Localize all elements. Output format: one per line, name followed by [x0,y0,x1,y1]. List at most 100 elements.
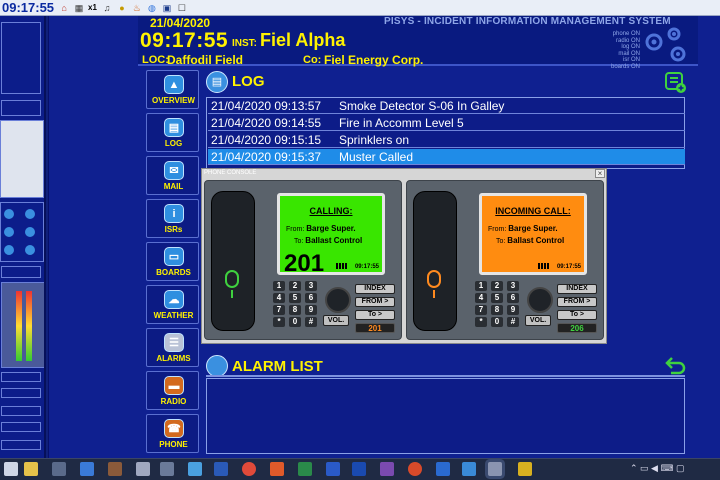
info-icon: i [164,204,184,223]
key-0[interactable]: 0 [491,317,503,327]
nav-phone[interactable]: ☎ PHONE [146,414,199,453]
index-button[interactable]: INDEX [355,284,395,294]
key-7[interactable]: 7 [475,305,487,315]
speed-multiplier[interactable]: x1 [88,3,97,12]
phone-2-screen: INCOMING CALL: From: Barge Super. To: Ba… [479,193,587,275]
mini-panel-block [1,100,41,116]
taskbar-app-icon[interactable] [518,462,532,476]
to-button[interactable]: To > [557,310,597,320]
key-7[interactable]: 7 [273,305,285,315]
key-1[interactable]: 1 [475,281,487,291]
from-button[interactable]: FROM > [355,297,395,307]
layout-icon[interactable]: ▦ [74,3,84,13]
key-3[interactable]: 3 [507,281,519,291]
taskbar-app-icon[interactable] [436,462,450,476]
mini-panel-block [1,266,41,278]
nav-log[interactable]: ▤ LOG [146,113,199,152]
save-icon[interactable]: ▣ [162,3,172,13]
volume-button[interactable]: VOL. [323,315,349,326]
close-icon[interactable]: × [595,169,605,178]
top-status-bar: 09:17:55 ⌂ ▦ x1 ♫ ● ♨ ◍ ▣ ☐ [0,0,720,16]
nav-alarms[interactable]: ☰ ALARMS [146,328,199,367]
to-button[interactable]: To > [355,310,395,320]
coin-icon[interactable]: ● [117,3,127,13]
mini-table[interactable] [0,120,44,198]
globe-icon[interactable]: ◍ [147,3,157,13]
key-6[interactable]: 6 [507,293,519,303]
key-2[interactable]: 2 [491,281,503,291]
taskbar-app-active-icon[interactable] [488,462,502,476]
key-1[interactable]: 1 [273,281,285,291]
nav-label: MAIL [163,182,184,191]
taskbar-app-icon[interactable] [160,462,174,476]
alarm-list[interactable] [206,378,685,454]
key-8[interactable]: 8 [491,305,503,315]
presentation-icon[interactable] [408,462,422,476]
nav-weather[interactable]: ☁ WEATHER [146,285,199,324]
home-icon[interactable]: ⌂ [59,3,69,13]
nav-mail[interactable]: ✉ MAIL [146,156,199,195]
taskbar-app-icon[interactable] [352,462,366,476]
dial-knob[interactable] [527,287,553,313]
call-to: To: Ballast Control [294,236,363,245]
start-icon[interactable] [4,462,18,476]
add-log-entry-icon[interactable] [664,71,686,93]
handset-2[interactable] [413,191,457,331]
key-9[interactable]: 9 [507,305,519,315]
key-2[interactable]: 2 [289,281,301,291]
volume-button[interactable]: VOL. [525,315,551,326]
music-icon[interactable]: ♫ [102,3,112,13]
key-9[interactable]: 9 [305,305,317,315]
key-hash[interactable]: # [305,317,317,327]
taskbar-app-icon[interactable] [136,462,150,476]
nav-overview[interactable]: ▲ OVERVIEW [146,70,199,109]
header-date: 21/04/2020 [150,16,211,30]
system-tray[interactable]: ⌃ ▭ ◀ ⌨ ▢ [630,463,684,474]
taskbar-app-icon[interactable] [462,462,476,476]
window-icon[interactable]: ☐ [177,3,187,13]
taskbar-app-icon[interactable] [214,462,228,476]
log-row[interactable]: 21/04/2020 09:14:55 Fire in Accomm Level… [208,115,685,131]
header-time: 09:17:55 [140,29,229,52]
key-6[interactable]: 6 [305,293,317,303]
browser-icon[interactable] [242,462,256,476]
key-hash[interactable]: # [507,317,519,327]
fire-icon[interactable]: ♨ [132,3,142,13]
log-row-selected[interactable]: 21/04/2020 09:15:37 Muster Called [208,149,685,165]
key-5[interactable]: 5 [491,293,503,303]
spreadsheet-icon[interactable] [298,462,312,476]
nav-label: BOARDS [156,268,191,277]
key-0[interactable]: 0 [289,317,301,327]
word-icon[interactable] [326,462,340,476]
handset-1[interactable] [211,191,255,331]
taskbar-app-icon[interactable] [380,462,394,476]
nav-radio[interactable]: ▬ RADIO [146,371,199,410]
key-5[interactable]: 5 [289,293,301,303]
taskbar-app-icon[interactable] [108,462,122,476]
cloud-icon: ☁ [164,290,184,309]
key-star[interactable]: * [273,317,285,327]
log-row[interactable]: 21/04/2020 09:13:57 Smoke Detector S-06 … [208,98,685,114]
key-3[interactable]: 3 [305,281,317,291]
key-4[interactable]: 4 [273,293,285,303]
nav-boards[interactable]: ▭ BOARDS [146,242,199,281]
index-button[interactable]: INDEX [557,284,597,294]
nav-label: PHONE [159,440,188,449]
mini-icon-grid[interactable] [0,202,44,262]
taskbar-app-icon[interactable] [52,462,66,476]
key-star[interactable]: * [475,317,487,327]
back-arrow-icon[interactable] [664,357,686,375]
taskbar-app-icon[interactable] [188,462,202,476]
key-8[interactable]: 8 [289,305,301,315]
dial-knob[interactable] [325,287,351,313]
log-row[interactable]: 21/04/2020 09:15:15 Sprinklers on [208,132,685,148]
taskbar-app-icon[interactable] [24,462,38,476]
taskbar-app-icon[interactable] [270,462,284,476]
log-timestamp: 21/04/2020 09:15:15 [211,133,322,147]
key-4[interactable]: 4 [475,293,487,303]
phone-clock: 09:17:55 [354,264,379,270]
taskbar-app-icon[interactable] [80,462,94,476]
system-title: PISYS - INCIDENT INFORMATION MANAGEMENT … [384,16,671,27]
nav-isrs[interactable]: i ISRs [146,199,199,238]
from-button[interactable]: FROM > [557,297,597,307]
